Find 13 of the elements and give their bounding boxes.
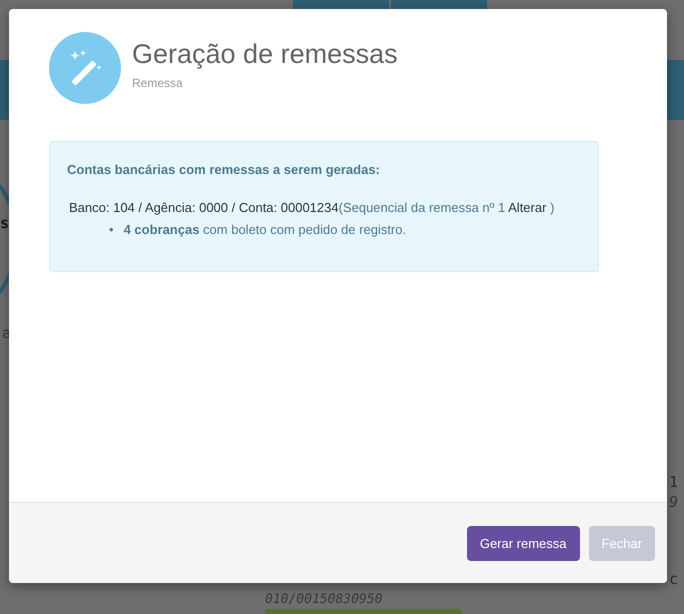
text-fragment: 1 (669, 473, 678, 491)
text-fragment: c (669, 570, 678, 588)
alert-heading: Contas bancárias com remessas a serem geradas: (67, 162, 381, 177)
modal-subtitle: Remessa (132, 76, 184, 90)
charge-item: 4 cobranças com boleto com pedido de registro. (124, 221, 406, 239)
sequence-text: (Sequencial da remessa nº 1 (338, 200, 506, 215)
generate-button[interactable]: Gerar remessa (466, 526, 580, 560)
closing-paren: ) (550, 200, 554, 215)
text-fragment: s (0, 214, 10, 232)
modal-title: Geração de remessas (132, 38, 398, 70)
change-link[interactable]: Alterar (508, 200, 546, 215)
bullet-marker: • (109, 221, 114, 239)
account-label: Banco: 104 / Agência: 0000 / Conta: 00001234 (69, 200, 339, 215)
